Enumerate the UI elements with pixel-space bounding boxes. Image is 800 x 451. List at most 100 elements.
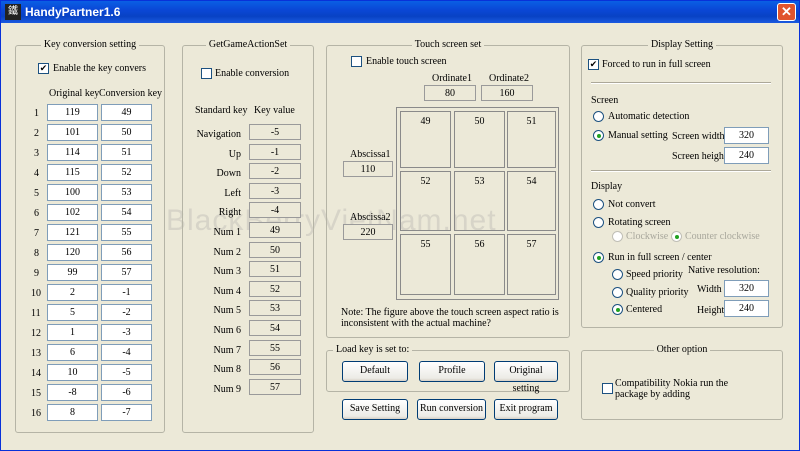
original-key-field[interactable]: 1 — [47, 324, 98, 341]
run-full-screen-radio[interactable] — [593, 252, 604, 263]
conversion-key-field[interactable]: 50 — [101, 124, 152, 141]
app-window: 鐵 HandyPartner1.6 ✕ BlackBerryVietNam.ne… — [0, 0, 800, 451]
row-number: 10 — [31, 288, 41, 299]
key-value-field: -1 — [249, 143, 301, 160]
original-setting-button[interactable]: Original setting — [494, 361, 558, 394]
key-value-field: 53 — [249, 300, 301, 317]
game-action-title: GetGameActionSet — [205, 39, 291, 50]
touch-grid: 49 50 51 52 53 54 55 56 57 — [396, 107, 559, 300]
conversion-key-field[interactable]: 56 — [101, 244, 152, 261]
clockwise-label: Clockwise — [626, 231, 669, 242]
close-button[interactable]: ✕ — [777, 3, 796, 21]
not-convert-radio[interactable] — [593, 199, 604, 210]
ordinate2-label: Ordinate2 — [489, 73, 529, 84]
run-full-screen-label: Run in full screen / center — [608, 252, 712, 263]
row-number: 6 — [34, 208, 39, 219]
conversion-key-field[interactable]: -5 — [101, 364, 152, 381]
rotating-screen-radio[interactable] — [593, 217, 604, 228]
native-height-label: Height — [697, 305, 725, 316]
native-height-field[interactable]: 240 — [724, 300, 769, 317]
speed-priority-radio[interactable] — [612, 269, 623, 280]
conversion-key-field[interactable]: -6 — [101, 384, 152, 401]
touch-screen-title: Touch screen set — [411, 39, 485, 50]
speed-priority-label: Speed priority — [626, 269, 683, 280]
window-title: HandyPartner1.6 — [25, 5, 121, 19]
touch-grid-cell: 49 — [400, 111, 451, 168]
original-key-field[interactable]: -8 — [47, 384, 98, 401]
screen-height-field[interactable]: 240 — [724, 147, 769, 164]
key-value-field: -3 — [249, 182, 301, 199]
original-key-field[interactable]: 119 — [47, 104, 98, 121]
default-button[interactable]: Default — [342, 361, 408, 382]
row-number: 3 — [34, 148, 39, 159]
key-value-field: 55 — [249, 339, 301, 356]
enable-conversion-checkbox[interactable] — [201, 68, 212, 79]
standard-key-label: Num 4 — [213, 285, 242, 297]
original-key-field[interactable]: 2 — [47, 284, 98, 301]
enable-touch-screen-checkbox[interactable] — [351, 56, 362, 67]
conversion-key-field[interactable]: 55 — [101, 224, 152, 241]
touch-grid-cell: 53 — [454, 171, 505, 231]
original-key-field[interactable]: 10 — [47, 364, 98, 381]
automatic-detection-label: Automatic detection — [608, 111, 690, 122]
conversion-key-field[interactable]: -7 — [101, 404, 152, 421]
row-number: 1 — [34, 108, 39, 119]
run-conversion-button[interactable]: Run conversion — [417, 399, 486, 420]
row-number: 4 — [34, 168, 39, 179]
conversion-key-field[interactable]: 51 — [101, 144, 152, 161]
screen-width-label: Screen width — [672, 131, 725, 142]
standard-key-label: Num 5 — [213, 305, 242, 317]
ordinate1-label: Ordinate1 — [432, 73, 472, 84]
automatic-detection-radio[interactable] — [593, 111, 604, 122]
original-key-field[interactable]: 101 — [47, 124, 98, 141]
row-number: 7 — [34, 228, 39, 239]
screen-width-field[interactable]: 320 — [724, 127, 769, 144]
not-convert-label: Not convert — [608, 199, 656, 210]
conversion-key-field[interactable]: 52 — [101, 164, 152, 181]
conversion-key-field[interactable]: 57 — [101, 264, 152, 281]
original-key-field[interactable]: 6 — [47, 344, 98, 361]
save-setting-button[interactable]: Save Setting — [342, 399, 408, 420]
compatibility-nokia-checkbox[interactable] — [602, 383, 613, 394]
counter-clockwise-label: Counter clockwise — [685, 231, 760, 242]
manual-setting-radio[interactable] — [593, 130, 604, 141]
original-key-field[interactable]: 99 — [47, 264, 98, 281]
abscissa2-value: 220 — [343, 224, 393, 240]
standard-key-label: Up — [228, 148, 241, 160]
enable-key-convert-checkbox[interactable]: ✔ — [38, 63, 49, 74]
key-value-field: 51 — [249, 261, 301, 278]
conversion-key-field[interactable]: 49 — [101, 104, 152, 121]
conversion-key-field[interactable]: -3 — [101, 324, 152, 341]
conversion-key-field[interactable]: 53 — [101, 184, 152, 201]
abscissa2-label: Abscissa2 — [350, 212, 391, 223]
original-key-field[interactable]: 120 — [47, 244, 98, 261]
native-width-field[interactable]: 320 — [724, 280, 769, 297]
forced-full-screen-label: Forced to run in full screen — [602, 59, 711, 70]
forced-full-screen-checkbox[interactable]: ✔ — [588, 59, 599, 70]
quality-priority-radio[interactable] — [612, 287, 623, 298]
original-key-field[interactable]: 8 — [47, 404, 98, 421]
abscissa1-value: 110 — [343, 161, 393, 177]
touch-grid-cell: 52 — [400, 171, 451, 231]
touch-grid-cell: 55 — [400, 234, 451, 295]
clockwise-radio[interactable] — [612, 231, 623, 242]
conversion-key-field[interactable]: -2 — [101, 304, 152, 321]
counter-clockwise-radio[interactable] — [671, 231, 682, 242]
touch-grid-cell: 54 — [507, 171, 556, 231]
profile-button[interactable]: Profile — [419, 361, 485, 382]
touch-note-line1: Note: The figure above the touch screen … — [341, 307, 559, 318]
conversion-key-field[interactable]: 54 — [101, 204, 152, 221]
title-bar[interactable]: 鐵 HandyPartner1.6 ✕ — [1, 1, 799, 23]
original-key-field[interactable]: 121 — [47, 224, 98, 241]
centered-radio[interactable] — [612, 304, 623, 315]
ordinate1-value: 80 — [424, 85, 476, 101]
original-key-field[interactable]: 115 — [47, 164, 98, 181]
original-key-field[interactable]: 102 — [47, 204, 98, 221]
conversion-key-field[interactable]: -1 — [101, 284, 152, 301]
original-key-field[interactable]: 114 — [47, 144, 98, 161]
exit-program-button[interactable]: Exit program — [494, 399, 558, 420]
original-key-field[interactable]: 5 — [47, 304, 98, 321]
original-key-field[interactable]: 100 — [47, 184, 98, 201]
row-number: 12 — [31, 328, 41, 339]
conversion-key-field[interactable]: -4 — [101, 344, 152, 361]
